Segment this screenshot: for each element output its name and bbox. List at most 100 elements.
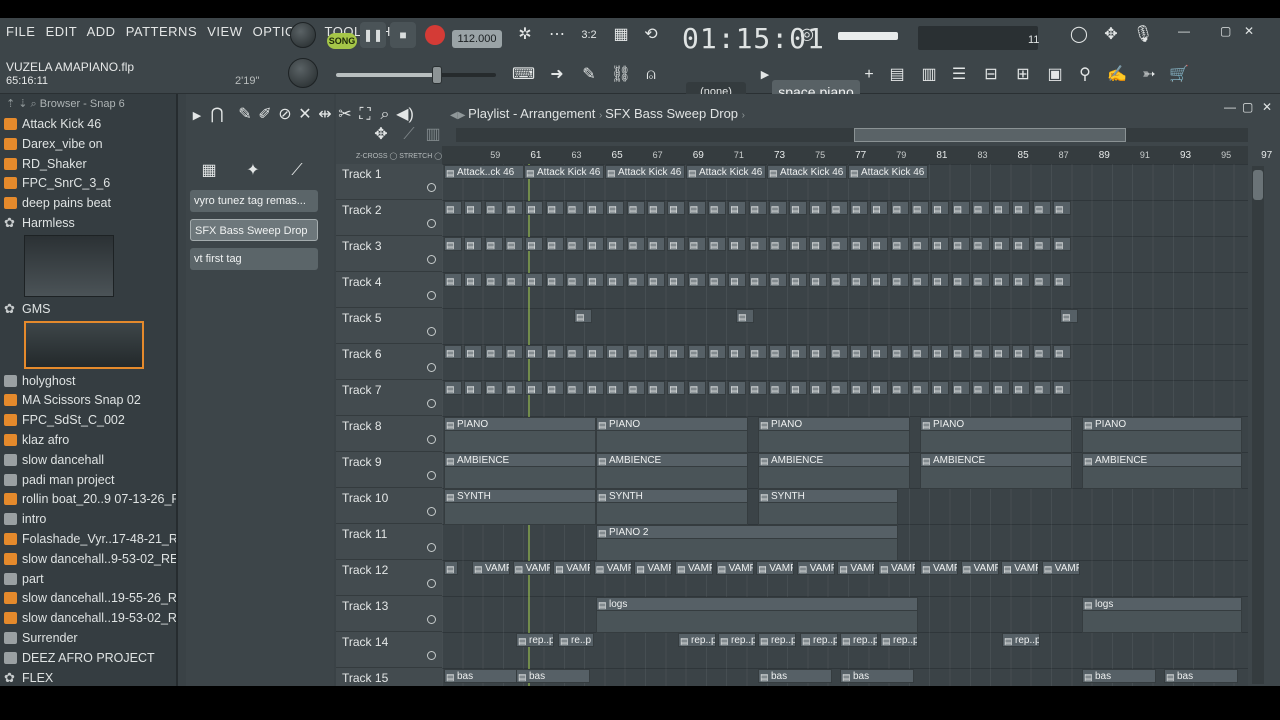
pattern-clip[interactable]	[586, 381, 605, 395]
pattern-clip[interactable]: bas	[1082, 669, 1156, 683]
track-mute-toggle[interactable]	[427, 471, 436, 480]
overview-window[interactable]	[854, 128, 1126, 142]
plugin-thumbnail-gms[interactable]	[24, 320, 144, 369]
pattern-clip[interactable]: PIANO	[1082, 417, 1242, 431]
zoom-tool-icon[interactable]: ⌕	[374, 104, 396, 126]
pattern-clip-body[interactable]	[444, 431, 596, 453]
record-button[interactable]	[425, 25, 445, 45]
draw-tool-icon[interactable]: ✎	[234, 104, 256, 126]
pattern-clip[interactable]	[1012, 201, 1031, 215]
pattern-clip[interactable]	[565, 381, 584, 395]
tempo-display[interactable]: 112.000	[452, 30, 502, 48]
pattern-clip[interactable]	[1053, 381, 1071, 395]
track-mute-toggle[interactable]	[427, 651, 436, 660]
pattern-clip[interactable]	[687, 381, 706, 395]
vertical-scroll-thumb[interactable]	[1253, 170, 1263, 200]
pattern-clip[interactable]: PIANO	[920, 417, 1072, 431]
pattern-clip[interactable]	[768, 381, 787, 395]
pattern-clip[interactable]: rep..p	[516, 633, 554, 647]
pattern-clip[interactable]	[464, 201, 483, 215]
pattern-clip[interactable]	[809, 273, 828, 287]
pattern-clip[interactable]	[789, 237, 808, 251]
pattern-clip-body[interactable]	[596, 611, 918, 633]
step-edit-icon[interactable]: ▦	[610, 24, 632, 46]
pattern-clip[interactable]	[768, 201, 787, 215]
menu-view[interactable]: VIEW	[207, 24, 242, 39]
browser-item[interactable]: DEEZ AFRO PROJECT	[0, 648, 176, 668]
pattern-clip[interactable]: Attack Kick 46	[848, 165, 928, 179]
browser-item[interactable]: intro	[0, 509, 176, 529]
pattern-clip-body[interactable]	[758, 503, 898, 525]
pattern-clip[interactable]	[850, 237, 868, 251]
pattern-clip[interactable]	[931, 237, 950, 251]
pattern-clip[interactable]	[484, 237, 503, 251]
pattern-clip[interactable]: logs	[1082, 597, 1242, 611]
playlist-icon[interactable]: ▤	[886, 64, 908, 86]
browser-item[interactable]: holyghost	[0, 371, 176, 391]
pattern-clip[interactable]	[748, 237, 767, 251]
pattern-clip[interactable]	[829, 345, 848, 359]
pattern-clip[interactable]	[931, 273, 950, 287]
pattern-clip[interactable]	[850, 201, 868, 215]
pattern-clip[interactable]	[768, 237, 787, 251]
track-mute-toggle[interactable]	[427, 291, 436, 300]
track-header[interactable]: Track 4	[336, 272, 442, 308]
menu-patterns[interactable]: PATTERNS	[126, 24, 197, 39]
pattern-clip[interactable]	[565, 273, 584, 287]
pattern-clip[interactable]	[1053, 237, 1071, 251]
pattern-clip[interactable]	[951, 345, 970, 359]
overview-scrollbar[interactable]	[456, 128, 1248, 142]
browser-item[interactable]: part	[0, 569, 176, 589]
picker-pattern-icon[interactable]: ▦	[198, 160, 220, 182]
playlist-snap-icon[interactable]: ✥	[370, 124, 392, 146]
pattern-clip[interactable]: Attack Kick 46	[524, 165, 604, 179]
pattern-clip[interactable]	[809, 237, 828, 251]
track-header[interactable]: Track 9	[336, 452, 442, 488]
slip-tool-icon[interactable]: ⇹	[314, 104, 336, 126]
pattern-clip[interactable]	[565, 345, 584, 359]
arrow-right-icon[interactable]: ➜	[546, 64, 568, 86]
pattern-clip[interactable]	[707, 273, 726, 287]
playlist-grid[interactable]: Attack..ck 46Attack Kick 46Attack Kick 4…	[442, 164, 1248, 686]
pattern-clip[interactable]	[565, 237, 584, 251]
browser-item[interactable]: deep pains beat	[0, 193, 176, 213]
pattern-clip[interactable]	[992, 381, 1011, 395]
pattern-clip[interactable]	[626, 237, 645, 251]
pattern-clip[interactable]	[931, 381, 950, 395]
pattern-clip[interactable]	[809, 381, 828, 395]
pattern-clip-body[interactable]	[596, 467, 748, 489]
pattern-clip[interactable]	[748, 381, 767, 395]
pattern-clip[interactable]	[1032, 345, 1051, 359]
master-volume-thumb[interactable]	[432, 66, 442, 84]
piano-keys-icon[interactable]: ⌨	[512, 64, 535, 86]
time-mode-icon[interactable]: ◎	[796, 24, 818, 46]
delete-tool-icon[interactable]: ⊘	[274, 104, 296, 126]
track-mute-toggle[interactable]	[427, 435, 436, 444]
pattern-clip[interactable]: AMBIENCE	[596, 453, 748, 467]
pattern-clip[interactable]	[687, 345, 706, 359]
online-icon[interactable]: ◯	[1068, 24, 1090, 46]
pattern-clip[interactable]	[951, 237, 970, 251]
browser-item[interactable]: FPC_SdSt_C_002	[0, 410, 176, 430]
pattern-clip[interactable]: SYNTH	[596, 489, 748, 503]
browser-item[interactable]: slow dancehall..19-53-02_REC	[0, 608, 176, 628]
pattern-clip[interactable]	[931, 201, 950, 215]
pattern-clip[interactable]	[565, 201, 584, 215]
pattern-clip[interactable]	[870, 201, 889, 215]
pattern-clip-body[interactable]	[596, 431, 748, 453]
pattern-clip[interactable]	[890, 381, 909, 395]
pattern-clip[interactable]	[687, 273, 706, 287]
pattern-clip[interactable]: VAMP	[920, 561, 958, 575]
browser-item[interactable]: padi man project	[0, 470, 176, 490]
piano-roll-icon[interactable]: ☰	[948, 64, 970, 86]
pattern-clip[interactable]	[890, 273, 909, 287]
pattern-clip[interactable]	[667, 381, 686, 395]
pattern-clip[interactable]	[504, 381, 523, 395]
track-header[interactable]: Track 1	[336, 164, 442, 200]
pattern-clip[interactable]	[850, 273, 868, 287]
track-mute-toggle[interactable]	[427, 363, 436, 372]
pattern-clip[interactable]	[890, 237, 909, 251]
pattern-clip[interactable]	[1012, 345, 1031, 359]
pattern-clip[interactable]	[789, 381, 808, 395]
pattern-clip[interactable]	[626, 201, 645, 215]
